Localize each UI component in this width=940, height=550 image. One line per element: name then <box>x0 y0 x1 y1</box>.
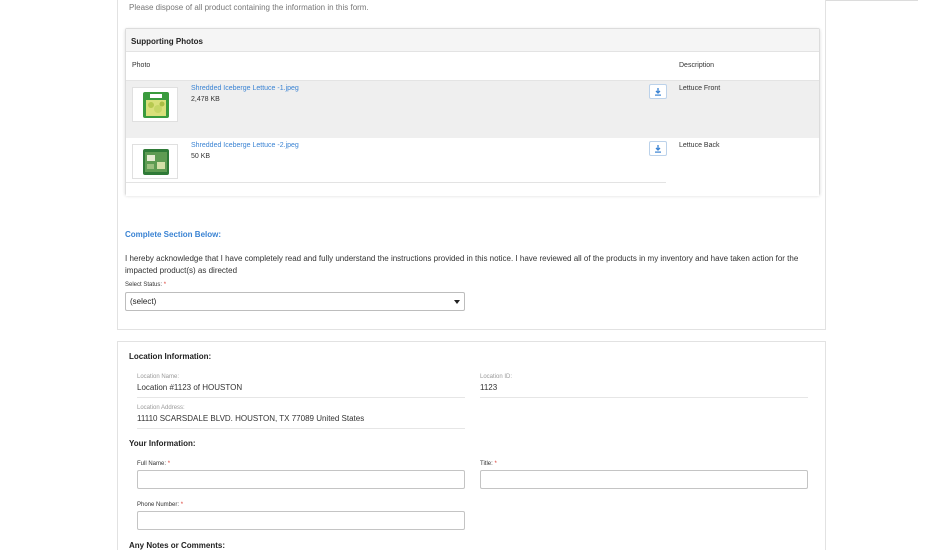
status-label: Select Status: * <box>125 282 166 288</box>
full-name-label-text: Full Name: <box>137 461 167 467</box>
location-name-label: Location Name: <box>137 374 180 380</box>
photo-description: Lettuce Back <box>679 142 720 149</box>
phone-label: Phone Number: * <box>137 502 183 508</box>
acknowledgement-text: I hereby acknowledge that I have complet… <box>125 254 799 275</box>
title-input[interactable] <box>480 470 808 489</box>
field-underline <box>137 428 465 429</box>
location-info-title: Location Information: <box>129 352 212 361</box>
full-name-input[interactable] <box>137 470 465 489</box>
photo-file-size: 2,478 KB <box>191 96 220 103</box>
your-info-title: Your Information: <box>129 439 196 448</box>
location-name-value: Location #1123 of HOUSTON <box>137 383 243 392</box>
photo-thumbnail[interactable] <box>132 144 178 179</box>
location-card: Location Information: Location Name: Loc… <box>117 341 826 550</box>
photo-file-size: 50 KB <box>191 153 211 160</box>
title-label-text: Title: <box>480 461 493 467</box>
download-icon <box>655 87 661 96</box>
supporting-photos-title: Supporting Photos <box>126 29 819 52</box>
phone-label-text: Phone Number: <box>137 502 180 508</box>
phone-input[interactable] <box>137 511 465 530</box>
field-underline <box>480 397 808 398</box>
status-select[interactable]: (select) <box>125 292 465 311</box>
status-select-value: (select) <box>130 297 157 306</box>
intro-text: Please dispose of all product containing… <box>129 3 369 12</box>
lettuce-bag-image <box>143 149 169 175</box>
title-label: Title: * <box>480 461 497 467</box>
download-icon <box>655 144 661 153</box>
photo-thumbnail[interactable] <box>132 87 178 122</box>
required-mark: * <box>180 502 184 508</box>
status-label-text: Select Status: <box>125 282 163 288</box>
photo-row: Shredded Iceberge Lettuce -1.jpeg 2,478 … <box>126 80 819 138</box>
full-name-label: Full Name: * <box>137 461 170 467</box>
lettuce-bag-image <box>143 92 169 118</box>
row-divider <box>126 182 666 183</box>
required-mark: * <box>494 461 497 467</box>
location-address-label: Location Address: <box>137 405 185 411</box>
caret-down-icon <box>454 300 460 304</box>
required-mark: * <box>163 282 167 288</box>
location-id-value: 1123 <box>480 383 498 392</box>
photo-file-link[interactable]: Shredded Iceberge Lettuce -2.jpeg <box>191 142 299 149</box>
photo-file-link[interactable]: Shredded Iceberge Lettuce -1.jpeg <box>191 85 299 92</box>
description-column-header: Description <box>679 62 715 69</box>
supporting-photos-panel: Supporting Photos Photo Description Shre… <box>125 28 820 196</box>
notes-title: Any Notes or Comments: <box>129 541 226 550</box>
field-underline <box>137 397 465 398</box>
photo-column-header: Photo <box>132 62 151 69</box>
photo-description: Lettuce Front <box>679 85 721 92</box>
required-mark: * <box>167 461 171 467</box>
download-button[interactable] <box>649 84 667 99</box>
location-id-label: Location ID: <box>480 374 513 380</box>
complete-section-title: Complete Section Below: <box>125 230 222 239</box>
notice-card: Please dispose of all product containing… <box>117 0 826 330</box>
location-address-value: 11110 SCARSDALE BLVD. HOUSTON, TX 77089 … <box>137 414 365 423</box>
photo-row: Shredded Iceberge Lettuce -2.jpeg 50 KB … <box>126 138 819 196</box>
download-button[interactable] <box>649 141 667 156</box>
